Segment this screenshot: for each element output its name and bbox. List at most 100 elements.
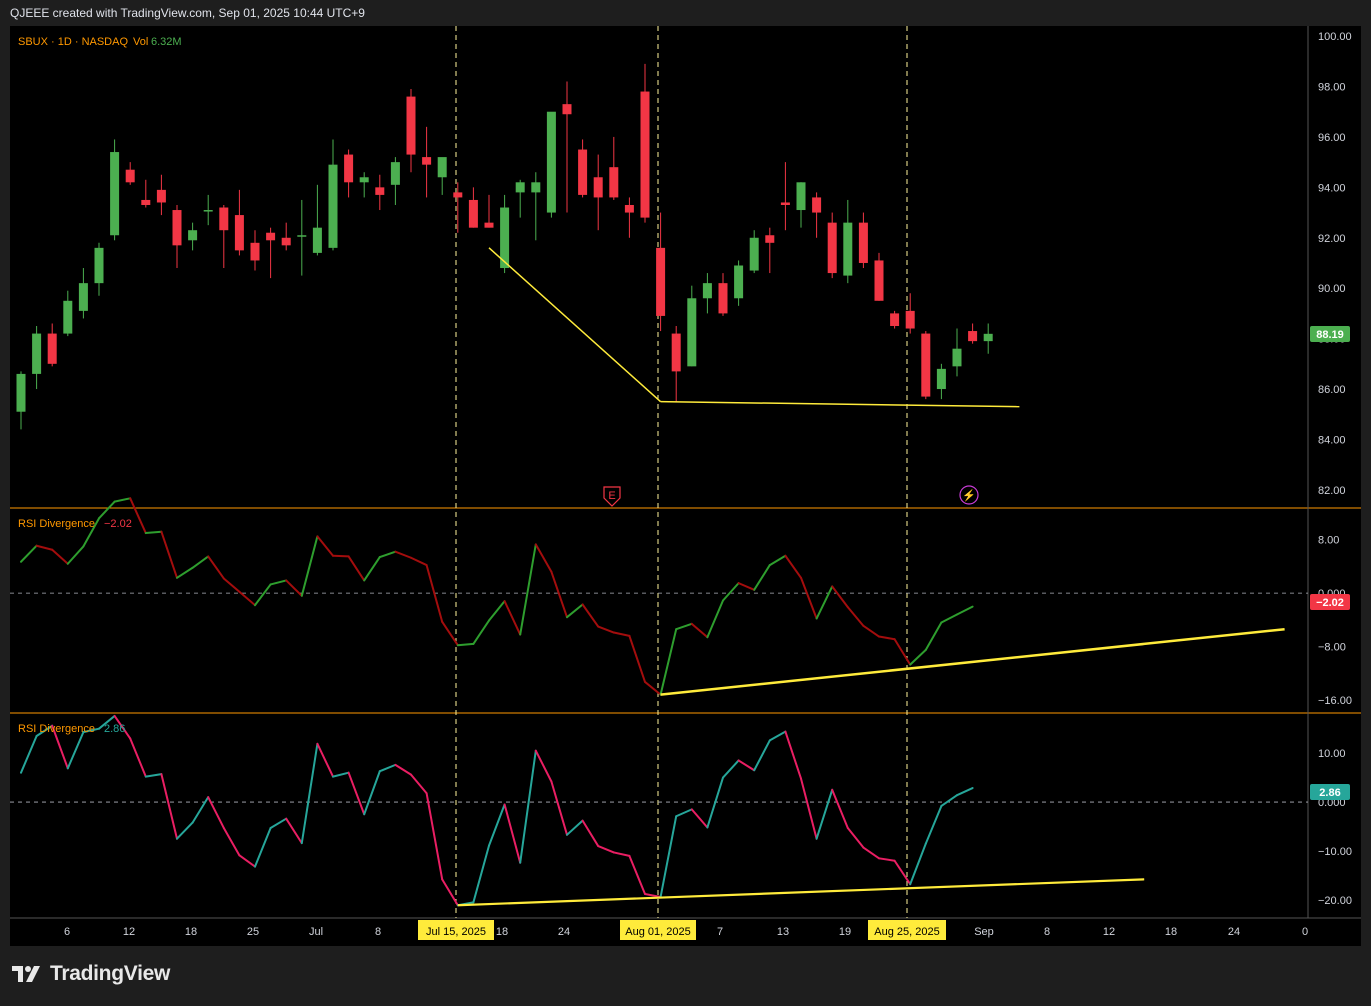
rsi1-tick: −16.00 (1318, 695, 1352, 707)
price-tick: 94.00 (1318, 182, 1346, 194)
time-highlight-jul15: Jul 15, 2025 (418, 920, 494, 940)
price-tick: 86.00 (1318, 384, 1346, 396)
candle-body (297, 235, 307, 237)
candle-body (609, 167, 619, 198)
candle-body (765, 235, 775, 243)
candle-body (593, 177, 603, 198)
price-tick: 100.00 (1318, 31, 1352, 43)
price-tick: 82.00 (1318, 485, 1346, 497)
candle-body (796, 182, 806, 211)
rsi-segment (144, 530, 163, 535)
time-tick: 12 (123, 926, 135, 938)
price-tick: 96.00 (1318, 132, 1346, 144)
candle-body (624, 204, 634, 213)
candle-body (578, 149, 588, 195)
candle-body (172, 210, 182, 246)
time-tick: 18 (1165, 926, 1177, 938)
rsi1-tick: −8.00 (1318, 642, 1346, 654)
price-tick: 84.00 (1318, 434, 1346, 446)
time-tick: 0 (1302, 926, 1308, 938)
rsi2-tick: −20.00 (1318, 895, 1352, 907)
candle-body (936, 368, 946, 390)
candle-body (32, 333, 42, 374)
candle-body (671, 333, 681, 372)
dividend-marker-label: ⚡ (962, 489, 976, 502)
candle-body (546, 111, 556, 213)
candle-body (94, 247, 104, 284)
candle-body (905, 310, 915, 329)
candle-body (468, 199, 478, 228)
candle-body (702, 283, 712, 299)
last-price-text: 88.19 (1316, 329, 1344, 341)
rsi2-title[interactable]: RSI Divergence (18, 723, 95, 735)
time-tick: Sep (974, 926, 994, 938)
time-tick: 12 (1103, 926, 1115, 938)
time-highlight-aug01-label: Aug 01, 2025 (625, 926, 690, 938)
candle-body (78, 283, 88, 311)
rsi-segment (456, 642, 475, 647)
candle-body (983, 333, 993, 342)
rsi1-value: −2.02 (104, 518, 132, 530)
price-tick: 90.00 (1318, 283, 1346, 295)
time-highlight-jul15-label: Jul 15, 2025 (426, 926, 486, 938)
rsi2-tick: 10.00 (1318, 748, 1346, 760)
earnings-marker-label: E (608, 490, 615, 502)
volume-value: 6.32M (151, 36, 182, 48)
chart-canvas[interactable]: 100.00 98.00 96.00 94.00 92.00 90.00 8 8.00 86.0… (0, 0, 1371, 1006)
tradingview-wordmark: TradingView (50, 962, 171, 985)
candle-body (219, 207, 229, 231)
candle-body (125, 169, 135, 183)
candle-body (390, 162, 400, 185)
candle-body (890, 313, 900, 327)
candle-body (16, 373, 26, 412)
candle-body (250, 242, 260, 261)
candle-body (640, 91, 650, 218)
candle-body (63, 300, 73, 334)
candle-body (312, 227, 322, 253)
candle-body (718, 283, 728, 314)
time-tick: 18 (496, 926, 508, 938)
candle-body (203, 210, 213, 212)
rsi1-badge-text: −2.02 (1316, 597, 1344, 609)
candle-body (188, 230, 198, 241)
candle-body (687, 298, 697, 367)
time-tick: 24 (558, 926, 570, 938)
rsi2-badge-text: 2.86 (1319, 787, 1340, 799)
rsi2-value: 2.86 (104, 723, 125, 735)
candle-body (266, 232, 276, 241)
symbol-title[interactable]: SBUX · 1D · NASDAQ (18, 36, 128, 48)
candle-body (359, 177, 369, 183)
time-tick: 8 (1044, 926, 1050, 938)
candle-body (453, 192, 463, 198)
tradingview-logo[interactable]: TradingView (12, 962, 170, 986)
candle-body (375, 187, 385, 195)
time-tick: 25 (247, 926, 259, 938)
rsi-segment (332, 554, 350, 558)
candle-body (780, 202, 790, 205)
candle-body (47, 333, 57, 364)
candle-body (952, 348, 962, 367)
price-tick: 92.00 (1318, 233, 1346, 245)
candle-body (531, 182, 541, 193)
time-highlight-aug25-label: Aug 25, 2025 (874, 926, 939, 938)
candle-body (562, 104, 572, 115)
tradingview-logo-icon (12, 966, 40, 982)
candle-body (812, 197, 822, 213)
time-tick: Jul (309, 926, 323, 938)
candle-body (328, 164, 338, 248)
candle-body (344, 154, 354, 183)
candle-body (437, 157, 447, 178)
candle-body (422, 157, 432, 165)
time-tick: 13 (777, 926, 789, 938)
candle-body (827, 222, 837, 274)
candle-body (734, 265, 744, 299)
candle-body (156, 189, 166, 203)
rsi2-tick: −10.00 (1318, 846, 1352, 858)
rsi1-title[interactable]: RSI Divergence (18, 518, 95, 530)
time-tick: 6 (64, 926, 70, 938)
candle-body (515, 182, 525, 193)
candle-body (921, 333, 931, 397)
candle-body (874, 260, 884, 301)
candle-body (749, 237, 759, 271)
time-highlight-aug01: Aug 01, 2025 (620, 920, 696, 940)
